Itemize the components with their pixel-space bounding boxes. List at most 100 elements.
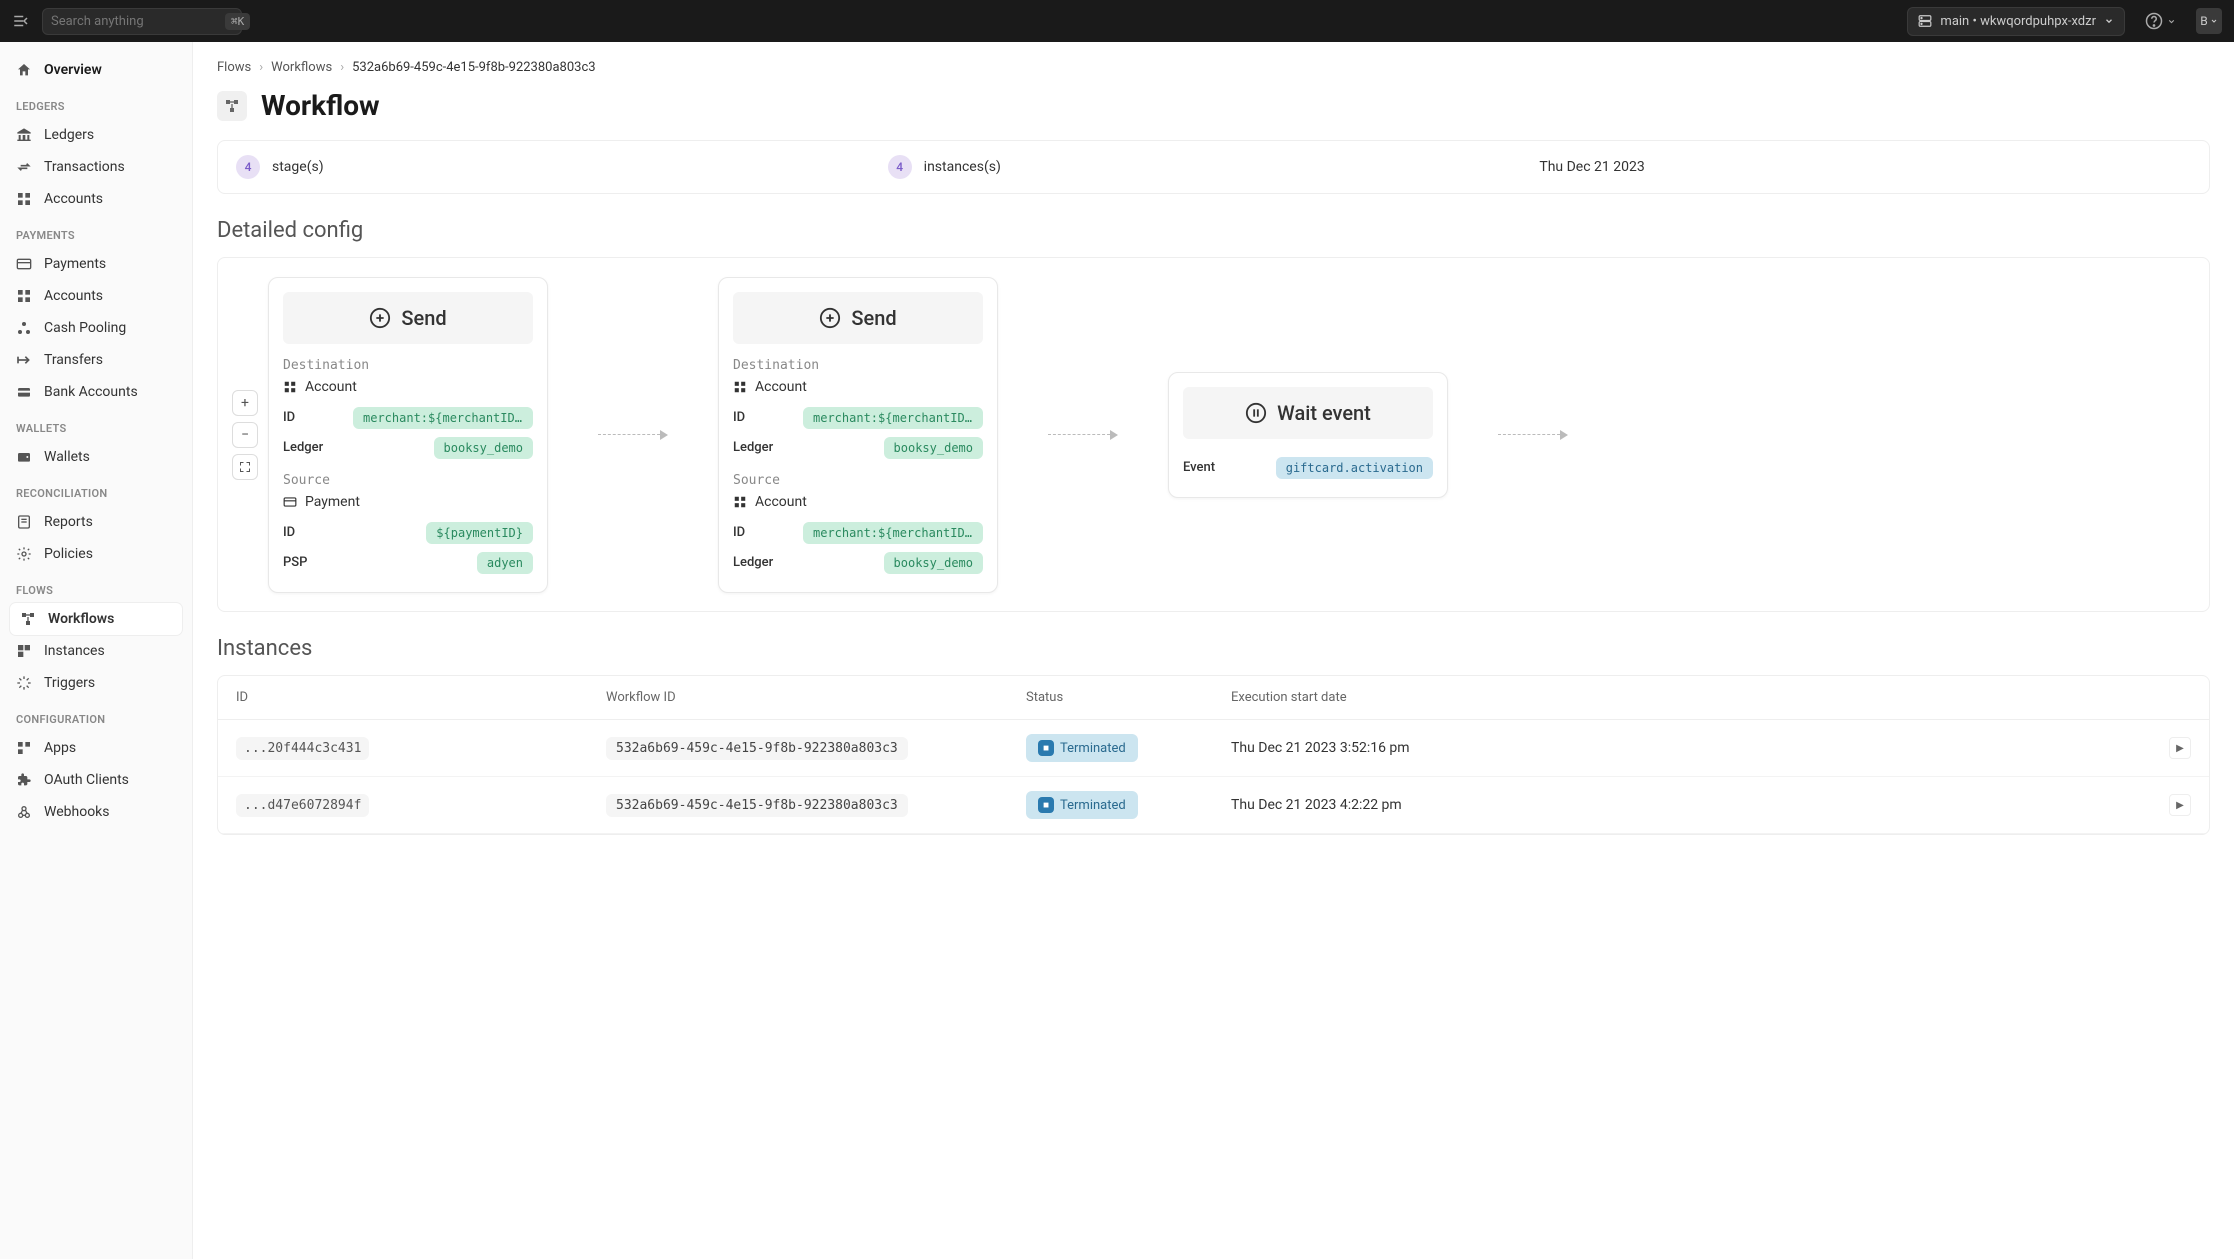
menu-icon (12, 12, 30, 30)
status-text: Terminated (1060, 741, 1126, 756)
id-label: ID (283, 410, 295, 425)
stage-card-send-2[interactable]: Send Destination Account IDmerchant:${me… (718, 277, 998, 593)
chevron-down-icon (2104, 16, 2114, 26)
app-header: ⌘K main • wkwqordpuhpx-xdzr B (0, 0, 2234, 42)
webhook-icon (16, 804, 32, 820)
sidebar-item-payments[interactable]: Payments (0, 248, 192, 280)
wallet-icon (16, 384, 32, 400)
column-workflow-id: Workflow ID (606, 690, 1026, 705)
sidebar-item-transfers[interactable]: Transfers (0, 344, 192, 376)
sidebar-item-label: OAuth Clients (44, 772, 129, 788)
sidebar-item-wallets[interactable]: Wallets (0, 441, 192, 473)
sidebar-item-instances[interactable]: Instances (0, 635, 192, 667)
grid-icon (16, 191, 32, 207)
fullscreen-button[interactable] (232, 454, 258, 480)
page-title: Workflow (261, 89, 380, 122)
instances-heading: Instances (217, 636, 2210, 661)
workflow-icon (217, 91, 247, 121)
sidebar-item-label: Bank Accounts (44, 384, 138, 400)
config-canvas[interactable]: Send Destination Account ID merchant:${me… (217, 257, 2210, 612)
sidebar-item-reports[interactable]: Reports (0, 506, 192, 538)
table-row[interactable]: ...20f444c3c431 532a6b69-459c-4e15-9f8b-… (218, 720, 2209, 777)
wallet-icon (16, 449, 32, 465)
sidebar-item-cash-pooling[interactable]: Cash Pooling (0, 312, 192, 344)
puzzle-icon (16, 772, 32, 788)
src-ledger-value: booksy_demo (884, 552, 983, 574)
sidebar-item-label: Instances (44, 643, 105, 659)
sidebar-item-label: Cash Pooling (44, 320, 126, 336)
stats-card: 4 stage(s) 4 instances(s) Thu Dec 21 202… (217, 140, 2210, 194)
sidebar-item-transactions[interactable]: Transactions (0, 151, 192, 183)
sidebar-item-workflows[interactable]: Workflows (10, 603, 182, 635)
dest-id-value: merchant:${merchantID}:giftcards:pen... (803, 407, 983, 429)
environment-selector[interactable]: main • wkwqordpuhpx-xdzr (1907, 7, 2125, 36)
user-avatar[interactable]: B (2196, 8, 2222, 34)
sidebar-item-accounts-payment[interactable]: Accounts (0, 280, 192, 312)
sidebar-item-policies[interactable]: Policies (0, 538, 192, 570)
sidebar-item-label: Accounts (44, 191, 103, 207)
nav-section-wallets: WALLETS (0, 408, 192, 441)
grid-icon (16, 288, 32, 304)
sidebar-item-apps[interactable]: Apps (0, 732, 192, 764)
workflow-icon (20, 611, 36, 627)
stage-arrow (598, 434, 668, 436)
zoom-out-button[interactable]: − (232, 422, 258, 448)
search-shortcut: ⌘K (225, 13, 250, 30)
source-label: Source (283, 473, 533, 488)
sidebar-item-accounts-ledger[interactable]: Accounts (0, 183, 192, 215)
help-button[interactable] (2145, 12, 2176, 30)
zoom-controls: + − (232, 390, 258, 480)
stage-header: Send (733, 292, 983, 344)
nav-section-configuration: CONFIGURATION (0, 699, 192, 732)
stage-header: Wait event (1183, 387, 1433, 439)
account-label: Account (305, 379, 357, 395)
breadcrumb-separator: › (340, 60, 344, 75)
environment-label: main • wkwqordpuhpx-xdzr (1940, 14, 2096, 29)
pause-circle-icon (1245, 402, 1267, 424)
stages-label: stage(s) (272, 159, 324, 175)
zoom-in-button[interactable]: + (232, 390, 258, 416)
grid-icon (733, 380, 747, 394)
event-label: Event (1183, 460, 1215, 475)
ledger-label: Ledger (733, 440, 773, 455)
search-input[interactable] (51, 14, 217, 29)
execution-date: Thu Dec 21 2023 3:52:16 pm (1231, 740, 2161, 756)
destination-label: Destination (733, 358, 983, 373)
dest-ledger-value: booksy_demo (884, 437, 983, 459)
workflow-date: Thu Dec 21 2023 (1539, 159, 2191, 175)
status-badge: ■Terminated (1026, 734, 1138, 762)
sidebar-item-label: Policies (44, 546, 93, 562)
sidebar-item-ledgers[interactable]: Ledgers (0, 119, 192, 151)
stage-title: Wait event (1277, 401, 1371, 425)
gear-icon (16, 546, 32, 562)
sidebar-item-webhooks[interactable]: Webhooks (0, 796, 192, 828)
instance-id: ...d47e6072894f (236, 794, 369, 817)
sidebar-toggle[interactable] (12, 12, 30, 30)
src-psp-value: adyen (477, 552, 533, 574)
grid-icon (283, 380, 297, 394)
sidebar-item-oauth-clients[interactable]: OAuth Clients (0, 764, 192, 796)
sidebar: Overview LEDGERS Ledgers Transactions Ac… (0, 42, 193, 1259)
sidebar-item-triggers[interactable]: Triggers (0, 667, 192, 699)
payment-label: Payment (305, 494, 360, 510)
status-text: Terminated (1060, 798, 1126, 813)
sidebar-item-bank-accounts[interactable]: Bank Accounts (0, 376, 192, 408)
stage-arrow (1048, 434, 1118, 436)
sparkle-icon (16, 675, 32, 691)
grid-icon (733, 495, 747, 509)
source-label: Source (733, 473, 983, 488)
breadcrumb-workflows[interactable]: Workflows (271, 60, 332, 75)
breadcrumb-flows[interactable]: Flows (217, 60, 251, 75)
search-box[interactable]: ⌘K (42, 8, 242, 35)
row-expand-button[interactable]: ▶ (2169, 794, 2191, 816)
sidebar-item-overview[interactable]: Overview (0, 54, 192, 86)
destination-label: Destination (283, 358, 533, 373)
ledger-label: Ledger (733, 555, 773, 570)
sidebar-item-label: Apps (44, 740, 76, 756)
table-row[interactable]: ...d47e6072894f 532a6b69-459c-4e15-9f8b-… (218, 777, 2209, 834)
bank-icon (16, 127, 32, 143)
stage-card-wait-event[interactable]: Wait event Eventgiftcard.activation (1168, 372, 1448, 498)
stage-card-send-1[interactable]: Send Destination Account IDmerchant:${me… (268, 277, 548, 593)
row-expand-button[interactable]: ▶ (2169, 737, 2191, 759)
src-id-value: ${paymentID} (426, 522, 533, 544)
